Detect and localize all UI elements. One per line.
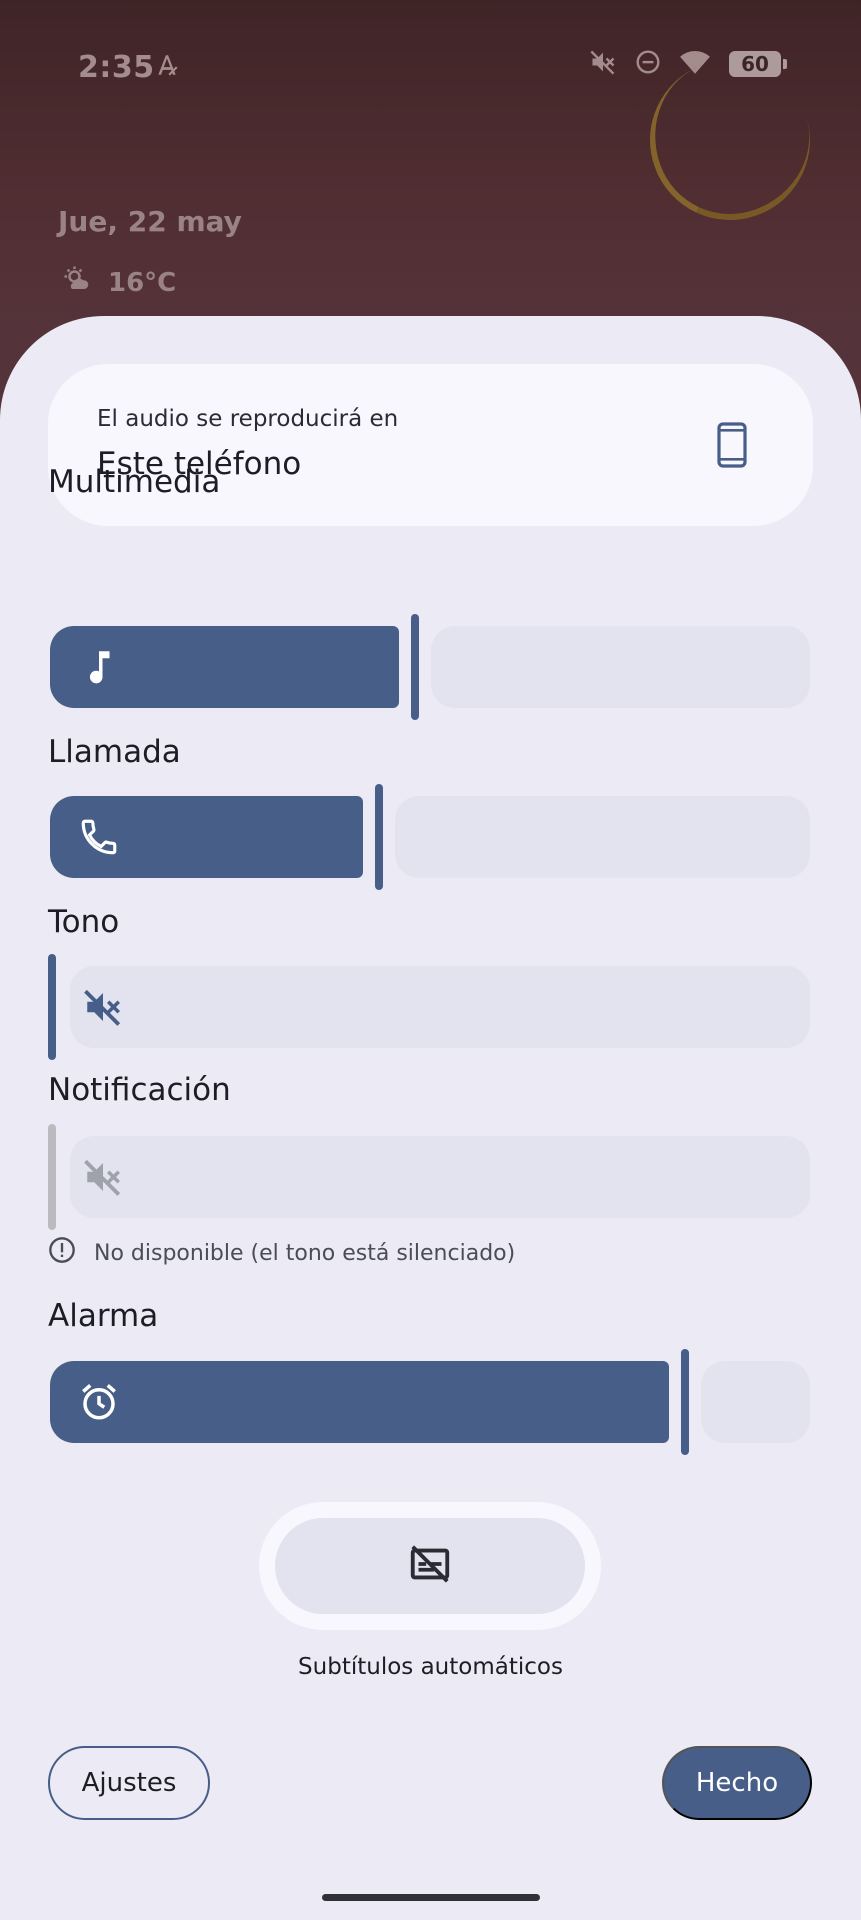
alarm-volume-slider[interactable] bbox=[50, 1349, 810, 1455]
mute-icon bbox=[589, 48, 617, 80]
slider-fill bbox=[50, 1361, 669, 1443]
media-volume-label: Multimedia bbox=[48, 464, 221, 500]
done-button[interactable]: Hecho bbox=[662, 1746, 812, 1820]
slider-track bbox=[701, 1361, 810, 1443]
call-volume-slider[interactable] bbox=[50, 784, 810, 890]
dnd-icon bbox=[635, 49, 661, 79]
home-gesture-bar[interactable] bbox=[322, 1894, 540, 1901]
notification-unavailable-info: No disponible (el tono está silenciado) bbox=[48, 1236, 515, 1270]
slider-handle[interactable] bbox=[48, 954, 56, 1060]
audio-output-card[interactable]: El audio se reproducirá en Este teléfono bbox=[48, 364, 813, 526]
slider-handle[interactable] bbox=[411, 614, 419, 720]
live-captions-toggle-frame bbox=[259, 1502, 601, 1630]
music-note-icon bbox=[78, 646, 120, 692]
media-volume-slider[interactable] bbox=[50, 614, 810, 720]
ring-volume-slider[interactable] bbox=[48, 954, 810, 1060]
partly-cloudy-icon bbox=[62, 264, 92, 301]
alarm-volume-label: Alarma bbox=[48, 1298, 159, 1334]
smartphone-icon bbox=[717, 422, 747, 472]
phone-icon bbox=[78, 816, 120, 862]
notification-info-text: No disponible (el tono está silenciado) bbox=[94, 1240, 516, 1266]
slider-handle bbox=[48, 1124, 56, 1230]
volume-off-icon bbox=[82, 986, 124, 1032]
live-captions-label: Subtítulos automáticos bbox=[298, 1654, 563, 1680]
status-time: 2:35 bbox=[78, 50, 155, 85]
slider-track bbox=[70, 1136, 810, 1218]
volume-panel: El audio se reproducirá en Este teléfono… bbox=[0, 316, 861, 1920]
info-alert-icon bbox=[48, 1236, 76, 1270]
call-volume-label: Llamada bbox=[48, 734, 181, 770]
lockscreen-temperature: 16°C bbox=[108, 267, 177, 298]
captions-off-icon bbox=[407, 1541, 453, 1591]
slider-track bbox=[431, 626, 810, 708]
slider-track bbox=[395, 796, 810, 878]
notification-volume-label: Notificación bbox=[48, 1072, 231, 1108]
lockscreen-date: Jue, 22 may bbox=[58, 205, 242, 238]
font-a-icon bbox=[154, 52, 180, 82]
volume-off-icon bbox=[82, 1156, 124, 1202]
ring-volume-label: Tono bbox=[48, 904, 120, 940]
alarm-icon bbox=[78, 1381, 120, 1427]
slider-track bbox=[70, 966, 810, 1048]
live-captions-button[interactable] bbox=[275, 1518, 585, 1614]
output-subtitle: El audio se reproducirá en bbox=[97, 406, 399, 432]
lockscreen-weather: 16°C bbox=[62, 264, 176, 301]
slider-handle[interactable] bbox=[375, 784, 383, 890]
settings-button[interactable]: Ajustes bbox=[48, 1746, 210, 1820]
notification-volume-slider bbox=[48, 1124, 810, 1230]
slider-handle[interactable] bbox=[681, 1349, 689, 1455]
